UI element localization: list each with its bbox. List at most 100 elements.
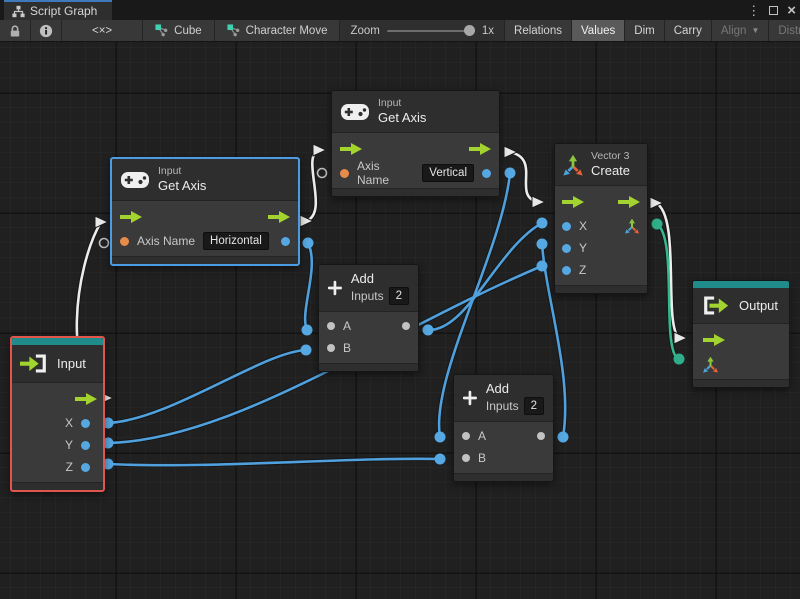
node-header: Input Get Axis [332,91,499,133]
node-graph-input[interactable]: Input X Y Z [10,336,105,492]
node-title: Add [486,381,544,397]
value-in-port-a[interactable] [327,322,335,330]
inputs-count-value[interactable]: 2 [389,287,409,305]
node-add-2[interactable]: Add Inputs 2 A B [453,374,554,482]
vector3-in-port[interactable] [702,356,719,373]
vector3-icon [562,154,584,176]
vector3-out-port[interactable] [624,218,640,234]
string-in-port[interactable] [120,237,129,246]
float-in-port-y[interactable] [562,244,571,253]
tab-script-graph[interactable]: Script Graph [4,0,112,20]
inputs-count-value[interactable]: 2 [524,397,544,415]
flow-out-port[interactable] [75,393,97,405]
maximize-icon[interactable] [769,6,778,15]
zoom-slider[interactable] [387,30,475,32]
flow-in-port[interactable] [340,143,362,155]
toggle-values[interactable]: Values [572,20,625,41]
breadcrumb-label: Character Move [246,25,328,37]
node-title: Output [739,298,778,313]
node-vector3-create[interactable]: Vector 3 Create X Y [554,143,648,294]
toggle-label: Carry [674,25,702,37]
value-in-port-b[interactable] [462,454,470,462]
input-icon [20,353,48,374]
node-graph-output[interactable]: Output [692,280,790,388]
float-out-port-x[interactable] [81,419,90,428]
graph-canvas[interactable]: Input Get Axis Axis Name Vertical [0,42,800,599]
distribute-dropdown[interactable]: Distribute▼ [769,20,800,41]
flow-in-port[interactable] [562,196,584,208]
port-label: A [478,429,486,443]
unity-script-graph-window: Script Graph ⋮ × <×> Cube Character Move… [0,0,800,599]
node-title: Add [351,271,409,287]
plus-icon [328,276,342,300]
toggle-relations[interactable]: Relations [505,20,572,41]
node-get-axis-vertical[interactable]: Input Get Axis Axis Name Vertical [331,90,500,197]
zoom-label: Zoom [350,25,379,37]
flow-in-port[interactable] [120,211,142,223]
lock-icon [8,24,22,38]
port-label: B [343,341,351,355]
wire-add1-to-vector3-x[interactable] [428,223,542,330]
float-in-port-z[interactable] [562,266,571,275]
node-footer [454,473,553,481]
port-label: Y [65,438,73,452]
flow-in-port[interactable] [703,334,725,346]
float-out-port[interactable] [482,169,491,178]
chevron-down-icon: ▼ [751,26,759,35]
zoom-control: Zoom 1x [340,20,505,41]
value-in-port-b[interactable] [327,344,335,352]
toggle-dim[interactable]: Dim [625,20,664,41]
float-out-port[interactable] [281,237,290,246]
node-header: Output [693,288,789,324]
node-header: Add Inputs 2 [454,375,553,422]
flow-out-port[interactable] [268,211,290,223]
breadcrumb-cube[interactable]: Cube [143,20,215,41]
port-label: X [65,416,73,430]
result-out-port[interactable] [537,432,545,440]
zoom-slider-handle[interactable] [464,25,475,36]
node-add-1[interactable]: Add Inputs 2 A B [318,264,419,372]
info-button[interactable] [31,20,62,41]
node-header: Input Get Axis [112,159,298,201]
node-footer [319,363,418,371]
float-out-port-y[interactable] [81,441,90,450]
window-menu-icon[interactable]: ⋮ [747,4,760,17]
node-get-axis-horizontal[interactable]: Input Get Axis Axis Name Horizontal [110,157,300,266]
node-footer [555,285,647,293]
axis-name-value[interactable]: Horizontal [203,232,269,250]
close-icon[interactable]: × [787,3,796,18]
inputs-label: Inputs [486,399,519,414]
node-header: Input [12,345,103,383]
event-accent-strip [693,281,789,288]
node-title: Get Axis [378,110,426,126]
toggle-carry[interactable]: Carry [665,20,712,41]
float-in-port-x[interactable] [562,222,571,231]
node-footer [112,256,298,264]
graph-node-icon [155,24,168,37]
flow-out-port[interactable] [618,196,640,208]
graph-node-icon [227,24,240,37]
port-label: Axis Name [357,159,414,187]
code-view-button[interactable]: <×> [62,20,143,41]
lock-button[interactable] [0,20,31,41]
value-in-port-a[interactable] [462,432,470,440]
zoom-value: 1x [482,25,494,37]
node-header: Add Inputs 2 [319,265,418,312]
wire-getaxis-vertical-to-vector3[interactable] [510,152,537,202]
flow-out-port[interactable] [469,143,491,155]
float-out-port-z[interactable] [81,463,90,472]
align-dropdown[interactable]: Align▼ [712,20,770,41]
result-out-port[interactable] [402,322,410,330]
code-view-label: <×> [92,25,112,37]
inputs-label: Inputs [351,289,384,304]
breadcrumb-character-move[interactable]: Character Move [215,20,341,41]
axis-name-value[interactable]: Vertical [422,164,474,182]
port-label: Z [579,263,586,277]
string-in-port[interactable] [340,169,349,178]
toggle-label: Dim [634,25,654,37]
node-title: Input [57,356,86,371]
wire-input-x-to-add1-b[interactable] [108,350,306,423]
port-label: Y [579,241,587,255]
toggle-label: Relations [514,25,562,37]
node-category: Input [158,165,206,178]
